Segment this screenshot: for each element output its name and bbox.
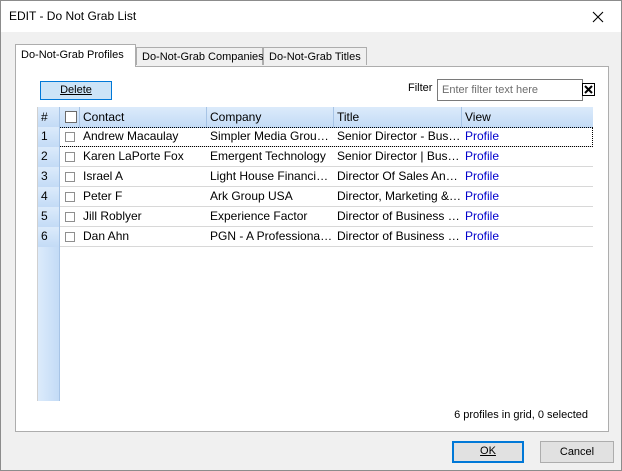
tab-do-not-grab-titles[interactable]: Do-Not-Grab Titles (263, 47, 367, 65)
contact-cell: Dan Ahn (83, 229, 130, 243)
profile-link[interactable]: Profile (462, 207, 593, 227)
header-view[interactable]: View (462, 107, 593, 127)
profiles-grid: # Contact Company Title View 1 Andrew Ma… (37, 107, 593, 401)
table-row[interactable]: 1 Andrew Macaulay Simpler Media Group, I… (38, 127, 593, 147)
title-cell: Senior Director - Business Development (337, 129, 462, 143)
contact-cell: Peter F (83, 189, 123, 203)
table-row[interactable]: 5 Jill Roblyer Experience Factor Directo… (38, 207, 593, 227)
row-checkbox[interactable] (65, 132, 75, 142)
close-icon (592, 11, 604, 22)
row-number: 6 (38, 227, 60, 247)
tab-do-not-grab-companies[interactable]: Do-Not-Grab Companies (136, 47, 264, 65)
close-button[interactable] (575, 1, 621, 32)
row-checkbox[interactable] (65, 232, 75, 242)
header-contact[interactable]: Contact (80, 107, 207, 127)
row-checkbox[interactable] (65, 192, 75, 202)
grid-status: 6 profiles in grid, 0 selected (454, 409, 588, 421)
contact-cell: Israel A (83, 169, 124, 183)
profile-link[interactable]: Profile (462, 167, 593, 187)
table-row[interactable]: 6 Dan Ahn PGN - A Professional Network D… (38, 227, 593, 247)
title-cell: Senior Director | Business Development (337, 149, 462, 163)
tab-do-not-grab-profiles[interactable]: Do-Not-Grab Profiles (15, 44, 136, 67)
company-cell: Emergent Technology (210, 149, 326, 163)
title-cell: Director of Business Development (337, 209, 462, 223)
row-checkbox[interactable] (65, 172, 75, 182)
header-title[interactable]: Title (334, 107, 462, 127)
cancel-button[interactable]: Cancel (540, 441, 614, 463)
clear-filter-icon[interactable] (582, 83, 595, 96)
select-all-checkbox[interactable] (65, 111, 77, 123)
profile-link[interactable]: Profile (462, 227, 593, 247)
title-cell: Director Of Sales And Marketing (337, 169, 462, 183)
company-cell: Simpler Media Group, Inc. (210, 129, 334, 143)
company-cell: PGN - A Professional Network (210, 229, 334, 243)
header-company[interactable]: Company (207, 107, 334, 127)
profile-link[interactable]: Profile (462, 127, 593, 147)
tab-panel: Delete Filter # Contact Company Title Vi… (15, 66, 609, 432)
table-row[interactable]: 3 Israel A Light House Financial Group D… (38, 167, 593, 187)
header-number[interactable]: # (38, 107, 60, 127)
title-cell: Director of Business Development (337, 229, 462, 243)
row-number: 5 (38, 207, 60, 227)
grid-header: # Contact Company Title View (38, 107, 593, 128)
profile-link[interactable]: Profile (462, 187, 593, 207)
company-cell: Ark Group USA (210, 189, 293, 203)
row-checkbox[interactable] (65, 152, 75, 162)
delete-button-label: Delete (60, 84, 92, 96)
row-number: 1 (38, 127, 60, 147)
filter-input[interactable] (437, 79, 583, 101)
contact-cell: Karen LaPorte Fox (83, 149, 184, 163)
row-number: 4 (38, 187, 60, 207)
ok-button[interactable]: OK (452, 441, 524, 463)
title-bar: EDIT - Do Not Grab List (1, 1, 621, 32)
row-number: 2 (38, 147, 60, 167)
company-cell: Experience Factor (210, 209, 308, 223)
contact-cell: Jill Roblyer (83, 209, 142, 223)
title-cell: Director, Marketing & Sales (337, 189, 462, 203)
delete-button[interactable]: Delete (40, 81, 112, 100)
dialog-window: EDIT - Do Not Grab List Do-Not-Grab Prof… (0, 0, 622, 471)
company-cell: Light House Financial Group (210, 169, 334, 183)
header-select-all[interactable] (60, 107, 80, 127)
window-title: EDIT - Do Not Grab List (9, 9, 137, 23)
row-number: 3 (38, 167, 60, 187)
row-checkbox[interactable] (65, 212, 75, 222)
contact-cell: Andrew Macaulay (83, 129, 179, 143)
filter-label: Filter (408, 82, 433, 94)
profile-link[interactable]: Profile (462, 147, 593, 167)
table-row[interactable]: 4 Peter F Ark Group USA Director, Market… (38, 187, 593, 207)
ok-button-label: OK (480, 445, 496, 457)
table-row[interactable]: 2 Karen LaPorte Fox Emergent Technology … (38, 147, 593, 167)
